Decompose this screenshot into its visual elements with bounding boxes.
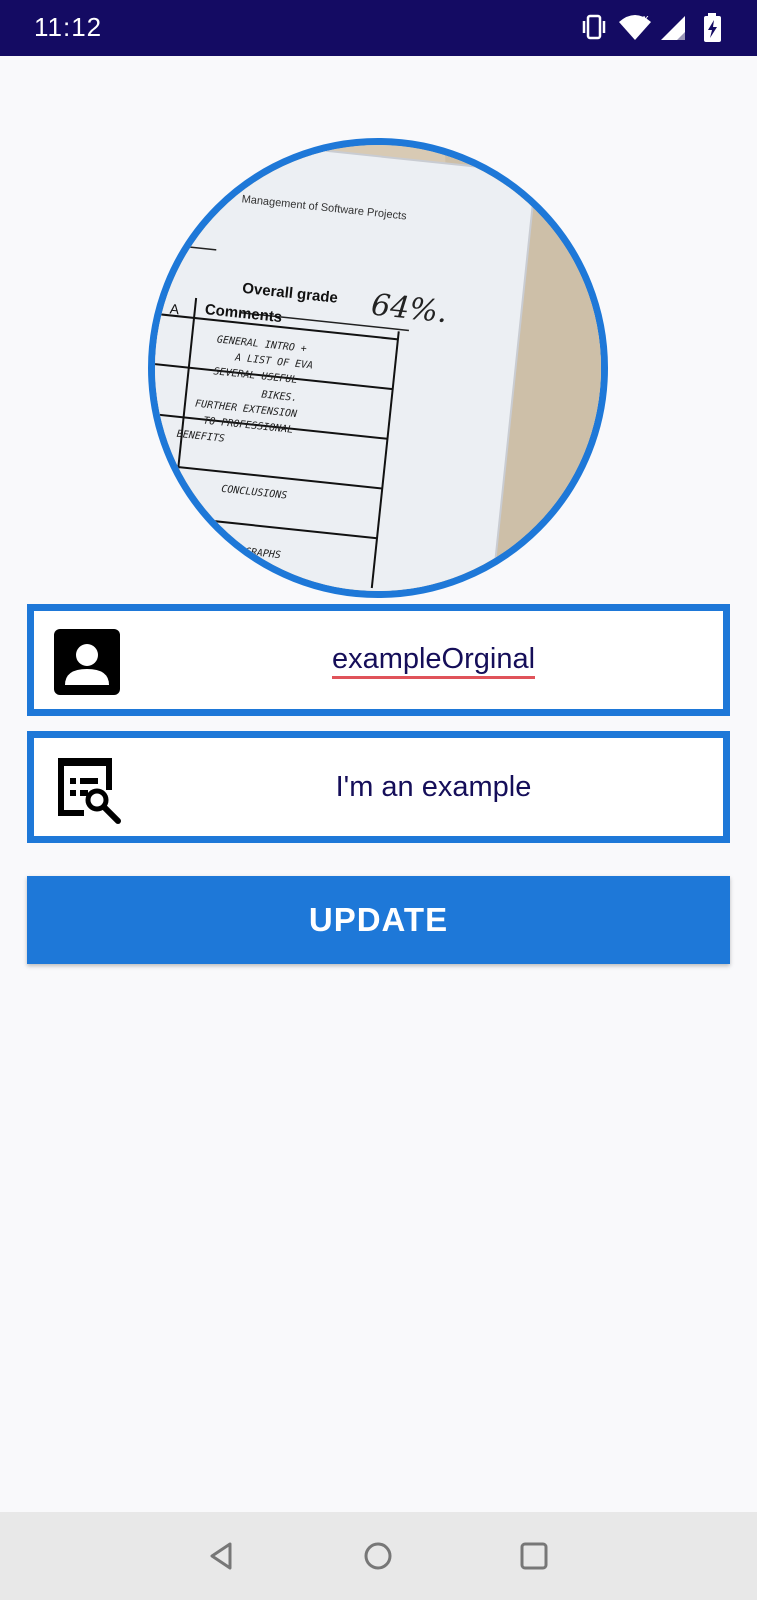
profile-photo[interactable]: Management of Software Projects Overall … [148, 138, 608, 598]
description-value-container: I'm an example [144, 738, 723, 836]
description-value: I'm an example [335, 770, 532, 803]
battery-charging-icon [704, 13, 721, 42]
edit-document-icon [58, 758, 121, 824]
wifi-icon: x [619, 13, 651, 40]
username-value-container: exampleOrginal [144, 611, 723, 709]
username-field[interactable]: exampleOrginal [27, 604, 730, 716]
home-icon[interactable] [362, 1540, 394, 1572]
vibrate-icon [582, 14, 606, 40]
signal-icon [661, 16, 685, 40]
document-photo: Management of Software Projects Overall … [155, 145, 601, 591]
description-field[interactable]: I'm an example [27, 731, 730, 843]
recents-icon[interactable] [518, 1540, 550, 1572]
account-box-icon [54, 629, 120, 695]
svg-text:x: x [643, 13, 649, 25]
navigation-bar [0, 1512, 757, 1600]
status-icons: x [581, 12, 731, 44]
status-bar: 11:12 x [0, 0, 757, 56]
status-time: 11:12 [34, 12, 103, 42]
username-value: exampleOrginal [331, 642, 536, 679]
back-icon[interactable] [206, 1540, 238, 1572]
update-button[interactable]: UPDATE [27, 876, 730, 964]
